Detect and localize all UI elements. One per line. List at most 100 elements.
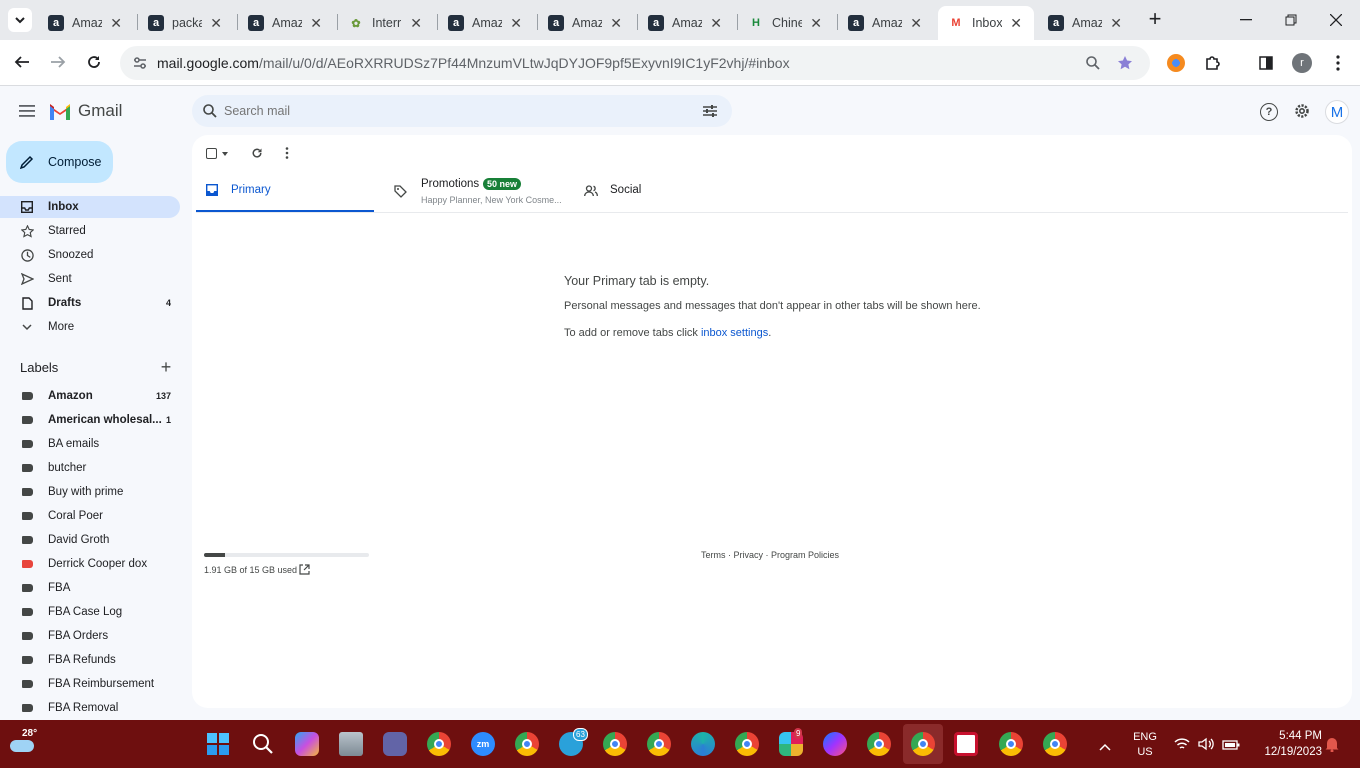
- slack-icon[interactable]: 9: [779, 728, 803, 756]
- label-item[interactable]: Coral Poer: [0, 505, 180, 527]
- label-item[interactable]: David Groth: [0, 529, 180, 551]
- nav-item-drafts[interactable]: Drafts 4: [0, 292, 180, 314]
- browser-tab[interactable]: a Amaz ✕: [1038, 6, 1134, 40]
- meet-icon[interactable]: [383, 732, 407, 756]
- side-panel-icon[interactable]: [1256, 53, 1276, 73]
- close-tab-icon[interactable]: ✕: [210, 15, 222, 32]
- more-actions-icon[interactable]: [279, 145, 295, 161]
- bookmark-star-icon[interactable]: [1116, 54, 1134, 72]
- label-item[interactable]: Buy with prime: [0, 481, 180, 503]
- browser-tab[interactable]: a Amaz ✕: [638, 6, 734, 40]
- search-options-icon[interactable]: [702, 103, 718, 119]
- label-item[interactable]: FBA Reimbursement: [0, 673, 180, 695]
- settings-gear-icon[interactable]: [1293, 102, 1311, 120]
- close-tab-icon[interactable]: ✕: [810, 15, 822, 32]
- volume-icon[interactable]: [1198, 737, 1214, 756]
- browser-tab[interactable]: a Amaz ✕: [238, 6, 334, 40]
- browser-tab[interactable]: a Amaz ✕: [38, 6, 134, 40]
- tab-primary[interactable]: Primary: [196, 171, 374, 212]
- messenger-icon[interactable]: [823, 732, 847, 756]
- nav-item-more[interactable]: More: [0, 316, 180, 338]
- back-icon[interactable]: [12, 52, 32, 72]
- select-dropdown-icon[interactable]: [222, 152, 228, 156]
- chrome-active-icon[interactable]: [903, 724, 943, 764]
- profile-avatar[interactable]: r: [1292, 53, 1312, 73]
- snipping-tool-icon[interactable]: [954, 732, 978, 756]
- browser-tab[interactable]: H Chine ✕: [738, 6, 834, 40]
- label-item[interactable]: butcher: [0, 457, 180, 479]
- close-window-icon[interactable]: [1326, 10, 1346, 30]
- label-item[interactable]: FBA: [0, 577, 180, 599]
- label-item[interactable]: FBA Case Log: [0, 601, 180, 623]
- edge-icon[interactable]: [691, 732, 715, 756]
- minimize-icon[interactable]: [1236, 10, 1256, 30]
- address-bar[interactable]: mail.google.com/mail/u/0/d/AEoRXRRUDSz7P…: [120, 46, 1150, 80]
- chrome-icon[interactable]: [427, 732, 451, 756]
- chrome-icon[interactable]: [867, 732, 891, 756]
- close-tab-icon[interactable]: ✕: [710, 15, 722, 32]
- restore-icon[interactable]: [1281, 10, 1301, 30]
- compose-button[interactable]: Compose: [6, 141, 113, 183]
- close-tab-icon[interactable]: ✕: [610, 15, 622, 32]
- browser-tab[interactable]: a Amaz ✕: [538, 6, 634, 40]
- extensions-puzzle-icon[interactable]: [1203, 53, 1223, 73]
- browser-tab[interactable]: a packa ✕: [138, 6, 234, 40]
- copilot-icon[interactable]: [295, 732, 319, 756]
- reload-icon[interactable]: [84, 52, 104, 72]
- file-explorer-icon[interactable]: [339, 732, 363, 756]
- site-info-icon[interactable]: [132, 55, 148, 71]
- refresh-icon[interactable]: [249, 145, 265, 161]
- taskbar-search-icon[interactable]: [252, 733, 274, 755]
- start-windows-icon[interactable]: [207, 733, 229, 755]
- nav-item-snoozed[interactable]: Snoozed: [0, 244, 180, 266]
- close-tab-icon[interactable]: ✕: [110, 15, 122, 32]
- close-tab-icon[interactable]: ✕: [510, 15, 522, 32]
- close-tab-icon[interactable]: ✕: [910, 15, 922, 32]
- inbox-settings-link[interactable]: inbox settings: [701, 327, 768, 339]
- label-item[interactable]: American wholesal... 1: [0, 409, 180, 431]
- clock[interactable]: 5:44 PM 12/19/2023: [1252, 728, 1322, 760]
- open-storage-icon[interactable]: [298, 563, 310, 575]
- battery-icon[interactable]: [1222, 738, 1240, 756]
- zoom-icon[interactable]: zm: [471, 732, 495, 756]
- chrome-icon[interactable]: [735, 732, 759, 756]
- browser-menu-icon[interactable]: [1328, 53, 1348, 73]
- browser-tab[interactable]: ✿ Interr ✕: [338, 6, 434, 40]
- browser-tab[interactable]: a Amaz ✕: [438, 6, 534, 40]
- label-item[interactable]: BA emails: [0, 433, 180, 455]
- browser-tab[interactable]: M Inbox ✕: [938, 6, 1034, 40]
- label-item[interactable]: FBA Removal: [0, 697, 180, 719]
- extension-orange-icon[interactable]: [1167, 54, 1185, 72]
- close-tab-icon[interactable]: ✕: [1010, 15, 1022, 32]
- label-item[interactable]: FBA Refunds: [0, 649, 180, 671]
- search-input[interactable]: [224, 101, 684, 121]
- select-all-checkbox[interactable]: [206, 148, 217, 159]
- tab-search-icon[interactable]: [8, 8, 32, 32]
- notification-bell-icon[interactable]: [1325, 736, 1339, 757]
- new-tab-icon[interactable]: +: [1144, 6, 1166, 31]
- close-tab-icon[interactable]: ✕: [1110, 15, 1122, 32]
- chrome-icon[interactable]: [1043, 732, 1067, 756]
- show-hidden-icons-icon[interactable]: [1099, 738, 1111, 756]
- close-tab-icon[interactable]: ✕: [310, 15, 322, 32]
- forward-icon[interactable]: [48, 52, 68, 72]
- close-tab-icon[interactable]: ✕: [410, 15, 422, 32]
- label-item[interactable]: Amazon 137: [0, 385, 180, 407]
- wifi-icon[interactable]: [1174, 737, 1190, 756]
- tab-promotions[interactable]: Promotions 50 new Happy Planner, New Yor…: [382, 171, 562, 212]
- nav-item-sent[interactable]: Sent: [0, 268, 180, 290]
- browser-tab[interactable]: a Amaz ✕: [838, 6, 934, 40]
- language-indicator[interactable]: ENG US: [1131, 730, 1159, 760]
- telegram-icon[interactable]: 63: [559, 728, 588, 756]
- weather-widget[interactable]: 28°: [8, 726, 44, 762]
- add-label-icon[interactable]: +: [158, 357, 174, 377]
- main-menu-icon[interactable]: [17, 101, 37, 121]
- label-item[interactable]: FBA Orders: [0, 625, 180, 647]
- search-bar[interactable]: [192, 95, 732, 127]
- chrome-icon[interactable]: [647, 732, 671, 756]
- nav-item-starred[interactable]: Starred: [0, 220, 180, 242]
- footer-links[interactable]: Terms · Privacy · Program Policies: [701, 550, 839, 560]
- gmail-logo[interactable]: Gmail: [48, 101, 122, 121]
- search-icon[interactable]: [202, 103, 218, 119]
- chrome-icon[interactable]: [515, 732, 539, 756]
